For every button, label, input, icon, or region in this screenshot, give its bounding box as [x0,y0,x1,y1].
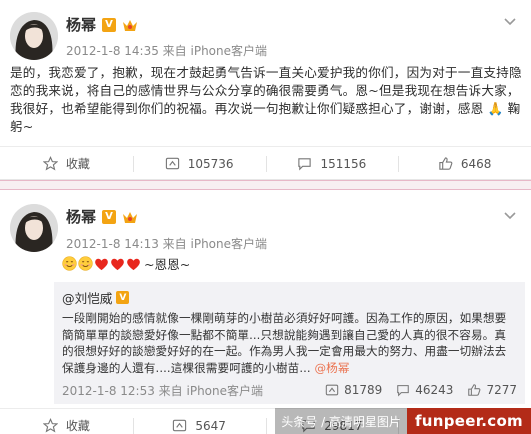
repost-meta: 2012-1-8 12:53 来自 iPhone客户端 [62,383,264,398]
repost-comment-count[interactable]: 46243 [396,383,453,397]
thumbs-up-icon [439,157,453,170]
comment-count: 151156 [320,156,367,171]
comment-button[interactable]: 151156 [265,147,399,180]
like-button[interactable]: 6468 [398,147,531,180]
author-name[interactable]: 杨幂 [66,14,96,35]
repost-author-row: @刘恺威 V [62,288,517,307]
comment-icon [397,385,410,397]
watermark: 头条号 / 高清明星图片 funpeer.com [275,408,531,434]
chevron-down-icon[interactable] [503,208,517,222]
weibo-post-2: 杨幂 V 2012-1-8 14:13 来自 iPhone客户端 ~恩恩~ @刘… [0,190,531,434]
mention-link[interactable]: @杨幂 [314,361,349,375]
repost-author[interactable]: @刘恺威 [62,288,112,307]
crown-icon [123,19,138,31]
verified-badge: V [116,291,130,304]
avatar[interactable] [10,12,58,60]
repost-count: 105736 [187,156,234,171]
watermark-text: 头条号 / 高清明星图片 [275,408,407,434]
heart-emoji-icon [111,258,124,270]
repost-text: 一段剛開始的感情就像一棵剛萌芽的小樹苗必須好好呵護。因為工作的原因，如果想要簡簡… [62,310,517,376]
repost-text-body: 一段剛開始的感情就像一棵剛萌芽的小樹苗必須好好呵護。因為工作的原因，如果想要簡簡… [62,311,507,375]
author-row: 杨幂 V [66,14,138,35]
star-icon [42,156,58,171]
repost-button[interactable]: 105736 [132,147,266,180]
star-icon [42,418,58,433]
comment-icon [298,158,312,171]
weibo-post-1: 杨幂 V 2012-1-8 14:35 来自 iPhone客户端 是的，我恋爱了… [0,0,531,180]
smile-emoji-icon [62,256,77,271]
post-meta: 2012-1-8 14:13 来自 iPhone客户端 [66,237,268,251]
reposted-post[interactable]: @刘恺威 V 一段剛開始的感情就像一棵剛萌芽的小樹苗必須好好呵護。因為工作的原因… [54,282,525,404]
repost-like-value: 7277 [486,383,517,397]
post-text: ~恩恩~ [144,257,191,272]
avatar[interactable] [10,204,58,252]
favorite-label: 收藏 [65,419,90,433]
like-count: 6468 [460,156,492,171]
repost-like-count[interactable]: 7277 [467,383,517,397]
repost-icon [165,157,179,170]
repost-footer: 2012-1-8 12:53 来自 iPhone客户端 81789 46243 … [62,382,517,398]
crown-icon [123,211,138,223]
watermark-site: funpeer.com [406,408,531,434]
author-row: 杨幂 V [66,206,138,227]
repost-repost-value: 81789 [344,383,383,397]
repost-icon [173,419,187,432]
repost-comment-value: 46243 [415,383,454,397]
post-content: ~恩恩~ [62,254,190,273]
favorite-label: 收藏 [65,157,90,171]
favorite-button[interactable]: 收藏 [0,147,133,180]
favorite-button[interactable]: 收藏 [0,409,133,434]
repost-icon [325,384,339,396]
repost-count: 5647 [195,418,226,433]
smile-emoji-icon [78,256,93,271]
post-divider [0,180,531,190]
verified-badge: V [102,209,117,224]
author-name[interactable]: 杨幂 [66,206,96,227]
repost-button[interactable]: 5647 [132,409,266,434]
heart-emoji-icon [95,258,108,270]
action-bar: 收藏 105736 151156 6468 [0,146,531,180]
chevron-down-icon[interactable] [503,14,517,28]
post-content: 是的，我恋爱了，抱歉，现在才鼓起勇气告诉一直关心爱护我的你们，因为对于一直支持隐… [10,65,522,134]
verified-badge: V [102,17,117,32]
post-meta: 2012-1-8 14:35 来自 iPhone客户端 [66,44,268,58]
repost-repost-count[interactable]: 81789 [325,383,382,397]
heart-emoji-icon [127,258,140,270]
thumbs-up-icon [468,384,481,396]
